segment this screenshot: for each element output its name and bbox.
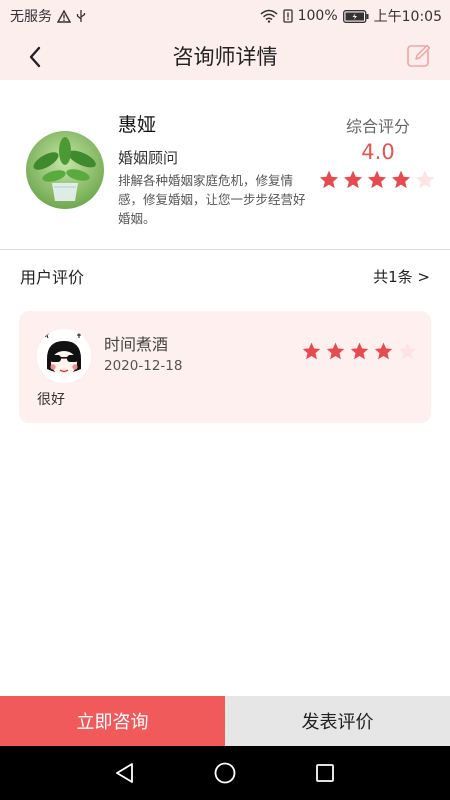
usb-icon bbox=[76, 9, 86, 23]
star-filled-icon bbox=[326, 342, 345, 360]
status-left: 无服务 bbox=[10, 6, 86, 26]
star-filled-icon bbox=[374, 342, 393, 360]
page-title: 咨询师详情 bbox=[172, 45, 278, 69]
star-filled-icon bbox=[367, 170, 387, 189]
circle-home-icon bbox=[214, 762, 236, 784]
edit-button[interactable] bbox=[406, 43, 432, 69]
chevron-left-icon bbox=[29, 46, 41, 68]
status-right: 100% 上午10:05 bbox=[260, 6, 442, 26]
reviews-header: 用户评价 共1条 > bbox=[0, 250, 450, 302]
reviews-title: 用户评价 bbox=[20, 268, 85, 287]
reviews-count-link[interactable]: 共1条 > bbox=[373, 266, 430, 287]
counselor-avatar bbox=[26, 131, 104, 209]
review-text: 很好 bbox=[37, 392, 65, 408]
nav-back-button[interactable] bbox=[112, 760, 138, 786]
wifi-icon bbox=[260, 9, 278, 23]
review-date: 2020-12-18 bbox=[104, 358, 183, 374]
warning-icon bbox=[57, 9, 71, 23]
square-recents-icon bbox=[316, 764, 334, 782]
consult-now-button[interactable]: 立即咨询 bbox=[0, 696, 225, 746]
counselor-role: 婚姻顾问 bbox=[118, 149, 179, 167]
system-nav-bar bbox=[0, 746, 450, 800]
counselor-name: 惠娅 bbox=[118, 114, 157, 136]
status-bar: 无服务 100% 上午10:05 bbox=[0, 0, 450, 32]
review-stars bbox=[301, 341, 418, 362]
star-filled-icon bbox=[350, 342, 369, 360]
star-empty-icon bbox=[398, 342, 417, 360]
counselor-profile: 惠娅 婚姻顾问 排解各种婚姻家庭危机，修复情感，修复婚姻，让您一步步经营好婚姻。… bbox=[0, 80, 450, 250]
star-filled-icon bbox=[319, 170, 339, 189]
rating-score: 4.0 bbox=[361, 140, 395, 164]
nav-home-button[interactable] bbox=[212, 760, 238, 786]
bottom-action-bar: 立即咨询 发表评价 bbox=[0, 696, 450, 746]
app-header: 咨询师详情 bbox=[0, 32, 450, 80]
star-filled-icon bbox=[391, 170, 411, 189]
clock: 上午10:05 bbox=[373, 9, 442, 25]
write-review-button[interactable]: 发表评价 bbox=[225, 696, 450, 746]
nav-recents-button[interactable] bbox=[312, 760, 338, 786]
reviewer-avatar bbox=[37, 329, 91, 383]
battery-icon bbox=[342, 9, 369, 23]
star-filled-icon bbox=[302, 342, 321, 360]
counselor-description: 排解各种婚姻家庭危机，修复情感，修复婚姻，让您一步步经营好婚姻。 bbox=[118, 173, 306, 226]
edit-icon bbox=[407, 44, 431, 67]
battery-percent: 100% bbox=[297, 8, 338, 24]
rating-label: 综合评分 bbox=[345, 117, 410, 136]
carrier-label: 无服务 bbox=[10, 9, 52, 25]
star-filled-icon bbox=[343, 170, 363, 189]
reviewer-name: 时间煮酒 bbox=[104, 335, 169, 354]
triangle-back-icon bbox=[116, 763, 133, 783]
rating-stars bbox=[318, 169, 436, 191]
back-button[interactable] bbox=[22, 44, 48, 70]
battery-saver-icon bbox=[282, 9, 293, 23]
review-card: 时间煮酒 2020-12-18 很好 bbox=[19, 311, 431, 423]
star-empty-icon bbox=[415, 170, 435, 189]
